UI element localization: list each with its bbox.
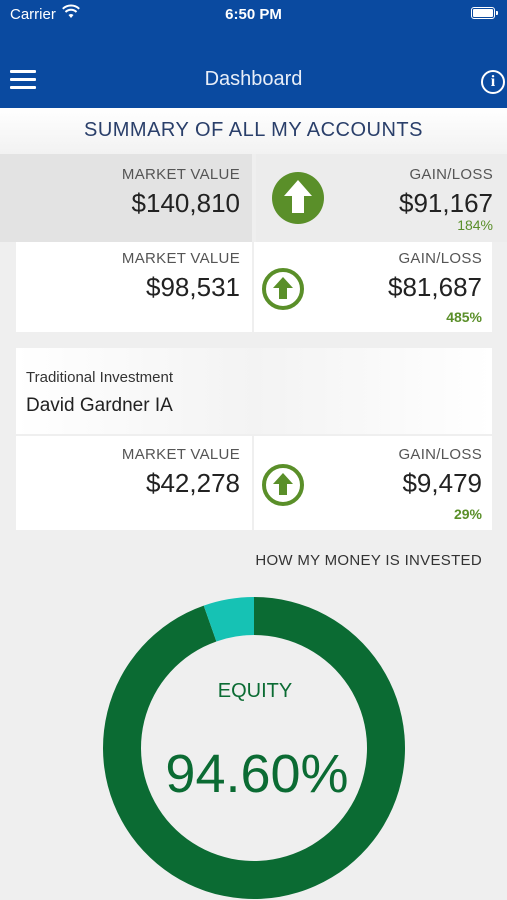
- allocation-title: HOW MY MONEY IS INVESTED: [255, 552, 482, 569]
- gain-loss-label: GAIN/LOSS: [398, 446, 482, 463]
- gain-percent: 485%: [446, 309, 482, 325]
- group-gain-cell: GAIN/LOSS $81,687 485%: [254, 242, 492, 332]
- gain-percent: 29%: [453, 506, 482, 522]
- battery-icon: [471, 7, 498, 19]
- status-bar: Carrier 6:50 PM: [0, 0, 507, 30]
- market-value-label: MARKET VALUE: [121, 250, 240, 267]
- account-name: David Gardner IA: [26, 395, 173, 416]
- gain-loss-value: $81,687: [388, 272, 482, 302]
- account-values-row[interactable]: MARKET VALUE $42,278 GAIN/LOSS $9,479 29…: [0, 436, 507, 530]
- account-group-row[interactable]: MARKET VALUE $98,531 GAIN/LOSS $81,687 4…: [0, 242, 507, 334]
- account-gain-cell: GAIN/LOSS $9,479 29%: [254, 436, 492, 530]
- market-value: $42,278: [146, 468, 240, 498]
- clock: 6:50 PM: [225, 6, 282, 23]
- market-value: $140,810: [131, 188, 240, 218]
- account-header[interactable]: Traditional Investment David Gardner IA: [0, 348, 507, 434]
- gain-up-arrow-icon: [272, 172, 324, 224]
- page-title: Dashboard: [204, 68, 303, 90]
- gain-up-arrow-icon: [262, 268, 304, 310]
- account-market-value-cell: MARKET VALUE $42,278: [16, 436, 252, 530]
- allocation-donut-chart[interactable]: EQUITY 94.60%: [0, 580, 507, 900]
- donut-center-value: 94.60%: [165, 744, 348, 804]
- gain-loss-value: $9,479: [402, 468, 482, 498]
- donut-center-label: EQUITY: [218, 680, 292, 702]
- account-type: Traditional Investment: [26, 369, 174, 386]
- market-value-label: MARKET VALUE: [121, 166, 240, 183]
- summary-market-value-cell: MARKET VALUE $140,810: [0, 154, 252, 242]
- gain-percent: 184%: [457, 217, 493, 233]
- app-header: Carrier 6:50 PM Dashboard i: [0, 0, 507, 108]
- summary-totals-row[interactable]: MARKET VALUE $140,810 GAIN/LOSS $91,167 …: [0, 154, 507, 242]
- gain-loss-value: $91,167: [399, 188, 493, 218]
- gain-loss-label: GAIN/LOSS: [398, 250, 482, 267]
- gain-loss-label: GAIN/LOSS: [409, 166, 493, 183]
- info-icon[interactable]: i: [481, 70, 505, 94]
- market-value-label: MARKET VALUE: [121, 446, 240, 463]
- summary-gain-cell: GAIN/LOSS $91,167 184%: [256, 154, 507, 242]
- account-header-bg: [16, 348, 492, 434]
- market-value: $98,531: [146, 272, 240, 302]
- gain-up-arrow-icon: [262, 464, 304, 506]
- group-market-value-cell: MARKET VALUE $98,531: [16, 242, 252, 332]
- summary-title: SUMMARY OF ALL MY ACCOUNTS: [0, 108, 507, 154]
